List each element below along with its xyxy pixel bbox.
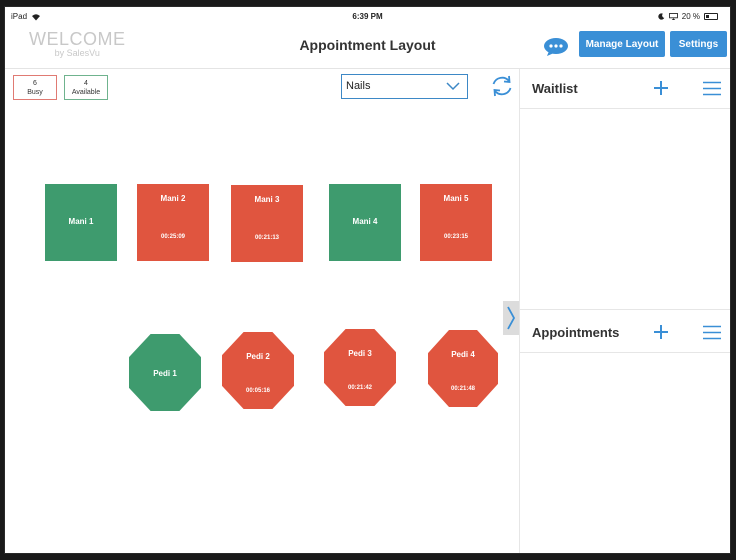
battery-percent: 20 %	[681, 12, 700, 21]
station-timer: 00:23:15	[443, 234, 469, 240]
station-pedi-2[interactable]: Pedi 2 00:05:16	[222, 332, 294, 409]
station-mani-4[interactable]: Mani 4	[329, 184, 401, 261]
station-pedi-3[interactable]: Pedi 3 00:21:42	[324, 329, 396, 406]
station-timer: 00:05:16	[245, 388, 271, 394]
station-name: Pedi 2	[246, 352, 270, 361]
manage-layout-button[interactable]: Manage Layout	[579, 31, 665, 57]
refresh-icon[interactable]	[490, 74, 514, 98]
busy-label: Busy	[27, 89, 43, 96]
app-header: WELCOME by SalesVu Appointment Layout Ma…	[5, 25, 730, 69]
category-select[interactable]: Nails	[341, 74, 468, 99]
battery-icon	[704, 13, 718, 20]
station-name: Pedi 4	[451, 350, 475, 359]
station-timer: 00:21:13	[254, 235, 280, 241]
chevron-down-icon	[446, 82, 460, 91]
appointments-title: Appointments	[532, 325, 620, 340]
busy-count-badge[interactable]: 6 Busy	[13, 75, 57, 100]
logo: WELCOME by SalesVu	[29, 29, 126, 58]
station-mani-3[interactable]: Mani 3 00:21:13	[231, 185, 303, 262]
station-name: Mani 1	[68, 217, 94, 226]
status-bar: iPad 6:39 PM 20 %	[5, 7, 730, 25]
add-appointment-plus-icon[interactable]	[653, 324, 669, 340]
side-panel: Waitlist Appointments	[520, 69, 730, 553]
station-pedi-4[interactable]: Pedi 4 00:21:48	[428, 330, 498, 407]
available-count: 4	[84, 80, 88, 87]
station-name: Mani 4	[352, 217, 378, 226]
chat-bubble-icon[interactable]	[543, 37, 569, 57]
section-divider	[520, 309, 730, 310]
moon-icon	[658, 13, 665, 20]
category-select-value: Nails	[346, 80, 371, 92]
appointments-header: Appointments	[520, 313, 730, 353]
panel-collapse-handle[interactable]	[503, 301, 519, 335]
add-waitlist-plus-icon[interactable]	[653, 80, 669, 96]
station-timer: 00:21:48	[450, 386, 476, 392]
screen-mirror-icon	[668, 13, 678, 20]
station-mani-1[interactable]: Mani 1	[45, 184, 117, 261]
clock: 6:39 PM	[352, 12, 383, 21]
station-name: Pedi 3	[348, 349, 372, 358]
station-timer: 00:25:09	[160, 234, 186, 240]
logo-main: WELCOME	[29, 29, 126, 49]
station-pedi-1[interactable]: Pedi 1	[129, 334, 201, 411]
waitlist-menu-icon[interactable]	[702, 81, 722, 96]
station-name: Mani 5	[443, 194, 469, 203]
layout-area: 6 Busy 4 Available Nails Mani 1 Mani 2 0…	[5, 69, 519, 553]
waitlist-title: Waitlist	[532, 81, 578, 96]
available-label: Available	[71, 89, 101, 96]
station-name: Pedi 1	[153, 369, 177, 378]
app-window: iPad 6:39 PM 20 % WELCOME by SalesVu App…	[4, 6, 731, 554]
chevron-right-icon	[507, 306, 516, 330]
available-count-badge[interactable]: 4 Available	[64, 75, 108, 100]
waitlist-header: Waitlist	[520, 69, 730, 109]
station-name: Mani 2	[160, 194, 186, 203]
station-timer: 00:21:42	[347, 385, 373, 391]
busy-count: 6	[33, 80, 37, 87]
station-mani-5[interactable]: Mani 5 00:23:15	[420, 184, 492, 261]
station-name: Mani 3	[254, 195, 280, 204]
appointments-menu-icon[interactable]	[702, 325, 722, 340]
station-mani-2[interactable]: Mani 2 00:25:09	[137, 184, 209, 261]
settings-button[interactable]: Settings	[670, 31, 727, 57]
